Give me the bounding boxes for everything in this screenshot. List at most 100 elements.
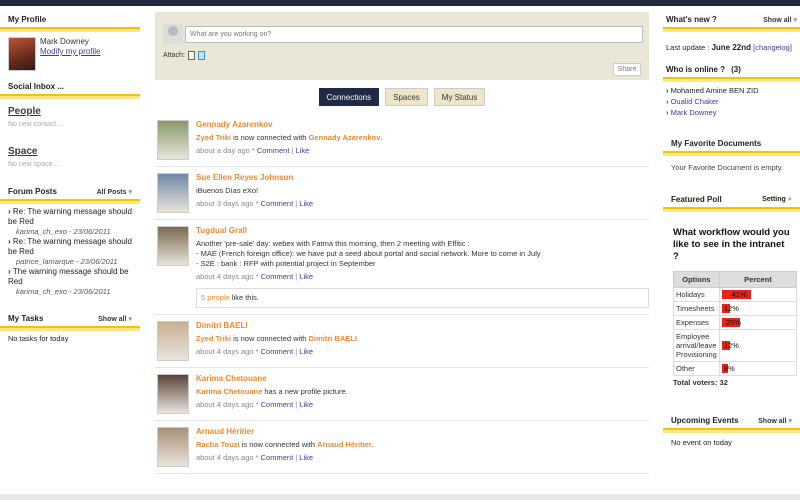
poll-option-bar-cell: 41%: [718, 287, 798, 302]
attach-file-icon[interactable]: [187, 51, 195, 60]
last-update: Last update : June 22nd [changelog]: [666, 43, 792, 52]
activity-text: iBuenos Días eXo!: [196, 186, 259, 195]
people-empty: No new contact ...: [8, 121, 65, 128]
activity-actor-link[interactable]: Racha Touzi: [196, 440, 240, 449]
events-filter[interactable]: Show all: [758, 417, 792, 425]
tab-my-status[interactable]: My Status: [433, 88, 486, 106]
space-link[interactable]: Space: [0, 146, 140, 157]
online-user[interactable]: Mohamed Amine BEN ZID: [663, 85, 800, 96]
poll-row: Expenses 25%: [673, 315, 798, 330]
activity-time: about 3 days ago *: [196, 199, 261, 208]
activity-avatar[interactable]: [157, 321, 189, 361]
like-link[interactable]: Like: [296, 146, 310, 155]
share-button[interactable]: Share: [613, 63, 641, 76]
comment-link[interactable]: Comment: [261, 272, 294, 281]
online-user[interactable]: Mark Downey: [663, 107, 800, 118]
activity-actor-link[interactable]: Zyed Triki: [196, 133, 231, 142]
poll-setting[interactable]: Setting: [762, 196, 792, 203]
activity-target-link[interactable]: Gennady Azarenkov: [309, 133, 381, 142]
comment-link[interactable]: Comment: [257, 146, 290, 155]
activity-time: about a day ago *: [196, 146, 257, 155]
avatar[interactable]: [8, 37, 36, 71]
poll-col-options: Options: [673, 271, 720, 288]
forum-list: Re: The warning message should be Red kar…: [0, 207, 140, 297]
changelog-link[interactable]: [changelog]: [753, 43, 792, 52]
forum-post-title[interactable]: Re: The warning message should be Red: [8, 237, 132, 257]
modify-profile-link[interactable]: Modify my profile: [40, 47, 100, 56]
upcoming-events-header: Upcoming Events Show all: [663, 413, 800, 430]
activity-target-link[interactable]: Dimitri BAELI: [309, 334, 357, 343]
forum-post-title[interactable]: Re: The warning message should be Red: [8, 207, 132, 227]
activity-item: Karima Chetouane Karima Chetouane has a n…: [155, 368, 649, 421]
activity-avatar[interactable]: [157, 120, 189, 160]
poll-percent: 12%: [723, 341, 739, 350]
activity-end: .: [380, 133, 383, 142]
activity-body: Tugdual Grall Another 'pre-sale' day: web…: [196, 226, 649, 308]
activity-line: - MAE (French foreign office): we have p…: [196, 249, 541, 258]
forum-filter[interactable]: All Posts: [97, 188, 132, 196]
like-link[interactable]: Like: [299, 272, 313, 281]
activity-actor-link[interactable]: Karima Chetouane: [196, 387, 262, 396]
activity-verb: has a new profile picture.: [262, 387, 348, 396]
activity-avatar[interactable]: [157, 226, 189, 266]
forum-post[interactable]: Re: The warning message should be Redpat…: [0, 237, 140, 267]
activity-meta: about 4 days ago * Comment | Like: [196, 453, 649, 463]
like-link[interactable]: Like: [299, 400, 313, 409]
activity-author[interactable]: Gennady Azarenkov: [196, 120, 649, 130]
tab-spaces[interactable]: Spaces: [385, 88, 428, 106]
activity-target-link[interactable]: Arnaud Héritier: [317, 440, 372, 449]
poll-percent: 41%: [731, 290, 747, 299]
activity-avatar[interactable]: [157, 173, 189, 213]
tab-connections[interactable]: Connections: [318, 88, 380, 106]
comment-link[interactable]: Comment: [261, 199, 294, 208]
activity-stream: Attach: Share Connections Spaces My Stat…: [155, 12, 649, 494]
activity-end: .: [371, 440, 374, 449]
like-link[interactable]: Like: [299, 453, 313, 462]
activity-text: Zyed Triki is now connected with Dimitri…: [196, 334, 649, 344]
activity-author[interactable]: Dimitri BAELI: [196, 321, 649, 331]
like-link[interactable]: Like: [299, 347, 313, 356]
like-link[interactable]: Like: [299, 199, 313, 208]
activity-text: Racha Touzi is now connected with Arnaud…: [196, 440, 649, 450]
poll-bar: 25%: [721, 318, 794, 327]
activity-body: Arnaud Héritier Racha Touzi is now connec…: [196, 427, 649, 467]
profile-name: Mark Downey: [40, 37, 89, 46]
forum-post-meta: karima_ch_exo - 23/06/2011: [16, 287, 111, 296]
favorite-documents-header: My Favorite Documents: [663, 136, 800, 153]
profile-header: My Profile: [0, 12, 140, 29]
online-user[interactable]: Oualid Chaker: [663, 96, 800, 107]
activity-avatar[interactable]: [157, 374, 189, 414]
status-input[interactable]: [185, 26, 643, 43]
comment-link[interactable]: Comment: [261, 347, 294, 356]
activity-author[interactable]: Tugdual Grall: [196, 226, 649, 236]
activity-author[interactable]: Arnaud Héritier: [196, 427, 649, 437]
activity-verb: is now connected with: [231, 334, 309, 343]
forum-post-title[interactable]: The warning message should be Red: [8, 267, 132, 287]
attach-link-icon[interactable]: [197, 51, 205, 60]
poll-option-bar-cell: 12%: [718, 329, 798, 362]
poll-table: Options Percent Holidays 41% Timesheets 12%…: [673, 271, 798, 376]
activity-text: Karima Chetouane has a new profile pictu…: [196, 387, 649, 397]
likers-link[interactable]: 5 people: [201, 293, 230, 302]
poll-question: What workflow would you like to see in t…: [673, 227, 790, 262]
attach-row: Attach:: [163, 51, 205, 60]
poll-row: Other 8%: [673, 361, 798, 376]
poll-percent: 8%: [723, 364, 735, 373]
poll-total: Total voters: 32: [673, 378, 728, 387]
people-link[interactable]: People: [0, 106, 140, 117]
forum-post[interactable]: Re: The warning message should be Redkar…: [0, 207, 140, 237]
activity-item: Dimitri BAELI Zyed Triki is now connected…: [155, 315, 649, 368]
feed: Gennady Azarenkov Zyed Triki is now conne…: [155, 114, 649, 474]
activity-avatar[interactable]: [157, 427, 189, 467]
whats-new-filter[interactable]: Show all: [763, 16, 797, 24]
comment-link[interactable]: Comment: [261, 453, 294, 462]
poll-bar: 12%: [721, 304, 794, 313]
activity-author[interactable]: Karima Chetouane: [196, 374, 649, 384]
poll-bar: 41%: [721, 290, 794, 299]
comment-link[interactable]: Comment: [261, 400, 294, 409]
activity-actor-link[interactable]: Zyed Triki: [196, 334, 231, 343]
forum-post[interactable]: The warning message should be Redkarima_…: [0, 267, 140, 297]
activity-author[interactable]: Sue Ellen Reyes Johnson: [196, 173, 649, 183]
status-composer: Attach: Share: [155, 12, 649, 80]
tasks-filter[interactable]: Show all: [98, 315, 132, 323]
